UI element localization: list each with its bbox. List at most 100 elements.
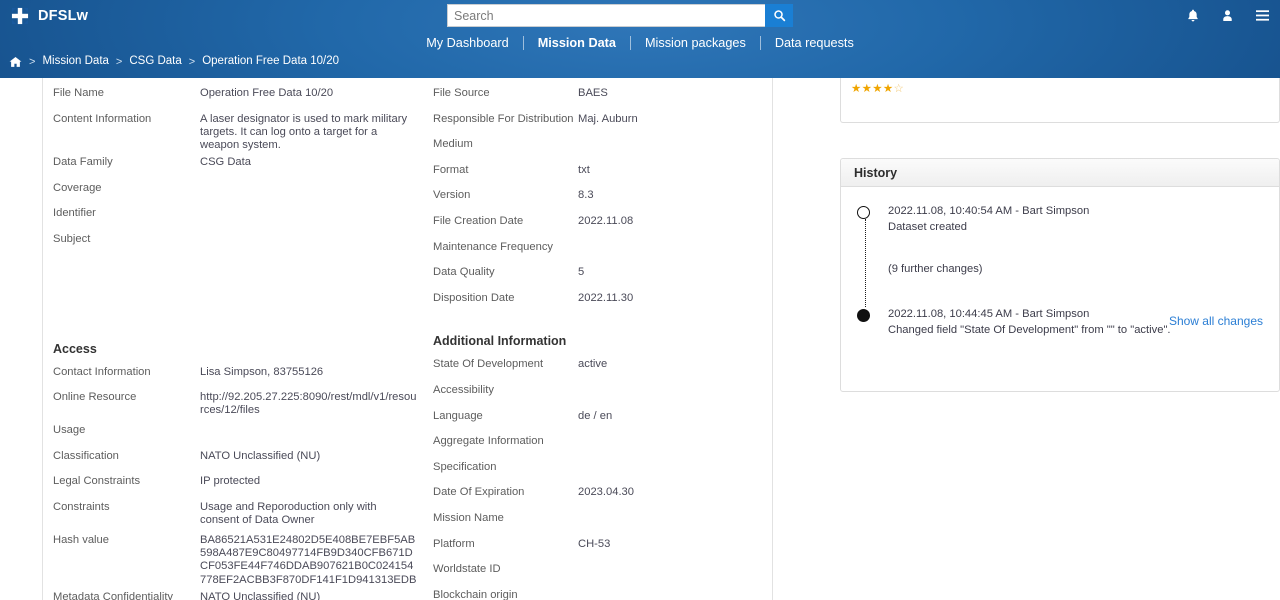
history-entry-description: Dataset created — [888, 221, 967, 234]
bundeswehr-cross-icon — [11, 7, 29, 25]
field-value: 8.3 — [578, 189, 594, 202]
breadcrumb-item-current: Operation Free Data 10/20 — [202, 55, 340, 68]
field-blockchain-origin: Blockchain origin — [426, 585, 772, 600]
field-value: BAES — [578, 87, 608, 99]
brand[interactable]: DFSLw — [9, 3, 88, 29]
show-all-changes-link[interactable]: Show all changes — [1169, 314, 1263, 328]
header-icon-group — [1186, 8, 1270, 23]
field-constraints: Constraints Usage and Reporoduction only… — [53, 497, 418, 530]
field-label: Classification — [53, 449, 119, 462]
history-panel-body: 2022.11.08, 10:40:54 AM - Bart Simpson D… — [841, 187, 1279, 338]
field-data-quality: Data Quality 5 — [426, 262, 772, 288]
field-value: http://92.205.27.225:8090/rest/mdl/v1/re… — [200, 391, 417, 417]
field-disposition-date: Disposition Date 2022.11.30 — [426, 288, 772, 314]
field-label: Maintenance Frequency — [433, 240, 554, 253]
field-contact-information: Contact Information Lisa Simpson, 837551… — [53, 362, 418, 388]
field-maintenance-frequency: Maintenance Frequency — [426, 237, 772, 263]
field-value: CH-53 — [578, 537, 611, 550]
history-panel-header: History — [841, 159, 1279, 187]
rating-panel: ★★★★☆ — [840, 78, 1280, 123]
field-label: Usage — [53, 424, 86, 437]
field-value: IP protected — [200, 475, 261, 488]
sidebar: ★★★★☆ History 2022.11.08, 10:40:54 AM - … — [774, 78, 1280, 600]
field-label: File Name — [53, 87, 104, 99]
field-value: de / en — [578, 409, 613, 422]
field-value: NATO Unclassified (NU) — [200, 449, 321, 462]
star-filled[interactable]: ★ — [883, 83, 894, 95]
dataset-detail-panel: File Name Operation Free Data 10/20 Cont… — [0, 78, 773, 600]
field-value: 2023.04.30 — [578, 486, 634, 499]
field-coverage: Coverage — [53, 178, 418, 204]
field-label: Accessibility — [433, 383, 494, 396]
field-subject: Subject — [53, 229, 418, 255]
field-label: File Source — [433, 87, 490, 99]
section-title-additional-information: Additional Information — [433, 334, 567, 349]
search-button[interactable] — [765, 4, 793, 27]
timeline-dot-open — [857, 206, 870, 219]
breadcrumb-separator: > — [29, 55, 36, 68]
field-file-source: File Source BAES — [426, 83, 772, 109]
breadcrumb-item-mission-data[interactable]: Mission Data — [42, 56, 108, 68]
field-label: Aggregate Information — [433, 435, 544, 448]
breadcrumb-item-csg-data[interactable]: CSG Data — [129, 56, 181, 68]
field-value: BA86521A531E24802D5E408BE7EBF5AB598A487E… — [200, 534, 417, 586]
search-input[interactable] — [447, 4, 765, 27]
star-filled[interactable]: ★ — [872, 83, 883, 95]
home-icon[interactable] — [9, 56, 22, 68]
field-format: Format txt — [426, 160, 772, 186]
field-date-of-expiration: Date Of Expiration 2023.04.30 — [426, 482, 772, 508]
field-label: Platform — [433, 537, 475, 550]
search-icon — [773, 10, 785, 22]
field-label: Worldstate ID — [433, 563, 501, 576]
detail-column-right: File Source BAES Responsible For Distrib… — [418, 78, 772, 600]
field-content-information: Content Information A laser designator i… — [53, 109, 418, 153]
notification-bell-icon[interactable] — [1186, 8, 1200, 23]
field-value: 2022.11.30 — [578, 291, 634, 304]
field-label: Legal Constraints — [53, 475, 141, 488]
field-label: Language — [433, 409, 483, 422]
field-value: Lisa Simpson, 83755126 — [200, 365, 324, 378]
history-title: History — [854, 165, 898, 180]
field-platform: Platform CH-53 — [426, 534, 772, 560]
field-medium: Medium — [426, 134, 772, 160]
field-label: Identifier — [53, 207, 96, 220]
field-label: File Creation Date — [433, 214, 524, 227]
field-value: NATO Unclassified (NU) — [200, 590, 321, 600]
breadcrumb: > Mission Data > CSG Data > Operation Fr… — [9, 54, 339, 70]
user-account-icon[interactable] — [1221, 8, 1234, 23]
field-value: 2022.11.08 — [578, 214, 634, 227]
field-identifier: Identifier — [53, 203, 418, 229]
field-usage: Usage — [53, 420, 418, 446]
field-label: Data Family — [53, 156, 113, 169]
star-filled[interactable]: ★ — [862, 83, 873, 95]
nav-data-requests[interactable]: Data requests — [761, 36, 868, 50]
rating-stars[interactable]: ★★★★☆ — [851, 83, 1269, 96]
section-title-access: Access — [53, 341, 97, 356]
field-worldstate-id: Worldstate ID — [426, 559, 772, 585]
field-file-creation-date: File Creation Date 2022.11.08 — [426, 211, 772, 237]
field-label: Subject — [53, 233, 91, 246]
field-language: Language de / en — [426, 406, 772, 432]
history-entry: 2022.11.08, 10:40:54 AM - Bart Simpson D… — [857, 203, 1263, 235]
field-accessibility: Accessibility — [426, 380, 772, 406]
main-navigation: My Dashboard Mission Data Mission packag… — [0, 33, 1280, 53]
field-label: Disposition Date — [433, 291, 515, 304]
nav-mission-data[interactable]: Mission Data — [524, 36, 630, 50]
field-aggregate-information: Aggregate Information — [426, 431, 772, 457]
field-label: Metadata Confidentiality — [53, 590, 174, 600]
field-value: Maj. Auburn — [578, 112, 638, 125]
field-metadata-confidentiality: Metadata Confidentiality NATO Unclassifi… — [53, 587, 418, 600]
star-filled[interactable]: ★ — [851, 83, 862, 95]
field-value: Operation Free Data 10/20 — [200, 87, 334, 99]
field-label: Blockchain origin — [433, 588, 518, 600]
field-online-resource: Online Resource http://92.205.27.225:809… — [53, 387, 418, 420]
nav-mission-packages[interactable]: Mission packages — [631, 36, 760, 50]
field-label: Content Information — [53, 112, 152, 125]
star-empty[interactable]: ☆ — [894, 83, 905, 95]
breadcrumb-separator: > — [115, 55, 123, 68]
history-entry-time: 2022.11.08, 10:40:54 AM - Bart Simpson — [888, 205, 1090, 217]
brand-name: DFSLw — [38, 7, 89, 24]
hamburger-menu-icon[interactable] — [1255, 9, 1270, 22]
field-label: State Of Development — [433, 358, 544, 371]
nav-my-dashboard[interactable]: My Dashboard — [412, 36, 523, 50]
